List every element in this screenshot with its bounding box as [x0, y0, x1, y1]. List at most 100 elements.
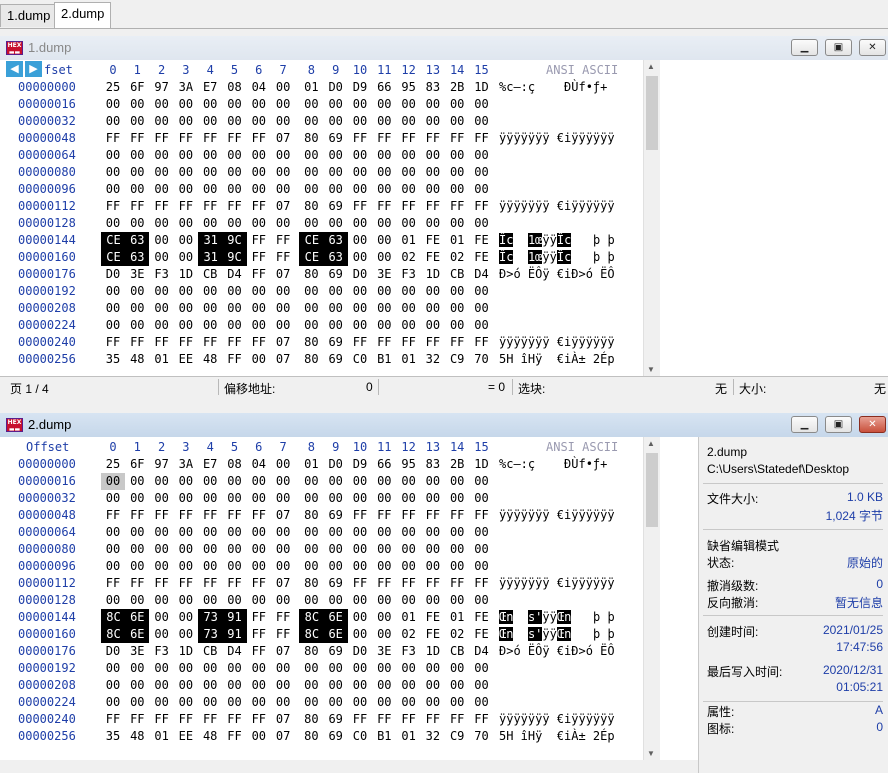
hex-byte[interactable]: 00 [348, 249, 372, 266]
hex-byte[interactable]: 00 [223, 317, 247, 334]
hex-byte[interactable]: D9 [348, 456, 372, 473]
hex-byte[interactable]: 01 [397, 232, 421, 249]
hex-byte[interactable]: 00 [223, 558, 247, 575]
hex-byte[interactable]: FF [150, 130, 174, 147]
hex-byte[interactable]: 00 [198, 215, 222, 232]
hex-byte[interactable]: 00 [324, 164, 348, 181]
hex-byte[interactable]: CE [299, 249, 325, 266]
tab-1-dump[interactable]: 1.dump [0, 4, 58, 27]
hex-byte[interactable]: 00 [125, 677, 149, 694]
hex-byte[interactable]: 00 [125, 283, 149, 300]
hex-byte[interactable]: 63 [125, 249, 150, 266]
hex-byte[interactable]: FF [150, 507, 174, 524]
hex-byte[interactable]: 48 [125, 351, 149, 368]
hex-byte[interactable]: 00 [348, 215, 372, 232]
maximize-button[interactable]: ▣ [825, 416, 852, 433]
hex-byte[interactable]: 00 [421, 300, 445, 317]
hex-byte[interactable]: 00 [470, 96, 494, 113]
hex-byte[interactable]: 00 [397, 490, 421, 507]
hex-byte[interactable]: 80 [299, 130, 323, 147]
hex-byte[interactable]: 01 [299, 456, 323, 473]
row-ascii[interactable]: Îc 1œÿÿÎc þ þ [499, 232, 615, 249]
hex-byte[interactable]: FF [247, 575, 271, 592]
hex-byte[interactable]: 00 [223, 215, 247, 232]
hex-byte[interactable]: 00 [324, 96, 348, 113]
hex-byte[interactable]: 00 [445, 473, 469, 490]
hex-byte[interactable]: CB [198, 643, 222, 660]
hex-byte[interactable]: FF [397, 334, 421, 351]
hex-row[interactable]: 00000256 35 48 01 EE 48 FF 00 07 80 69 C0 B1 01 32 C9 70… [0, 728, 640, 745]
hex-byte[interactable]: 00 [101, 113, 125, 130]
hex-byte[interactable]: 00 [150, 626, 174, 643]
hex-byte[interactable]: B1 [372, 351, 396, 368]
hex-byte[interactable]: 3E [125, 643, 149, 660]
hex-byte[interactable]: 00 [348, 609, 372, 626]
scroll-thumb[interactable] [646, 76, 658, 150]
hex-byte[interactable]: FE [470, 249, 494, 266]
hex-byte[interactable]: FF [223, 334, 247, 351]
hex-byte[interactable]: 00 [299, 283, 323, 300]
hex-byte[interactable]: 00 [372, 473, 396, 490]
hex-byte[interactable]: FF [247, 507, 271, 524]
hex-byte[interactable]: 00 [125, 490, 149, 507]
hex-byte[interactable]: 6F [125, 79, 149, 96]
hex-byte[interactable]: FF [247, 266, 271, 283]
hex-byte[interactable]: 00 [101, 490, 125, 507]
hex-byte[interactable]: FF [174, 130, 198, 147]
hex-byte[interactable]: 00 [299, 660, 323, 677]
hex-row[interactable]: 00000176 D0 3E F3 1D CB D4 FF 07 80 69 D0 3E F3 1D CB D4… [0, 266, 640, 283]
hex-byte[interactable]: FF [421, 198, 445, 215]
hex-byte[interactable]: 00 [372, 283, 396, 300]
hex-byte[interactable]: 1D [421, 266, 445, 283]
hex-byte[interactable]: 00 [324, 558, 348, 575]
hex-byte[interactable]: 70 [470, 351, 494, 368]
hex-byte[interactable]: 95 [397, 456, 421, 473]
hex-byte[interactable]: 00 [150, 300, 174, 317]
hex-byte[interactable]: FF [174, 507, 198, 524]
hex-byte[interactable]: 00 [271, 300, 295, 317]
hex-byte[interactable]: 00 [223, 96, 247, 113]
hex-byte[interactable]: 00 [271, 147, 295, 164]
hex-byte[interactable]: FF [223, 198, 247, 215]
hex-byte[interactable]: 00 [397, 283, 421, 300]
hex-byte[interactable]: 6E [323, 609, 348, 626]
hex-row[interactable]: 00000096 00 00 00 00 00 00 00 00 00 00 00 00 00 00 00 00 [0, 181, 640, 198]
hex-row[interactable]: 00000080 00 00 00 00 00 00 00 00 00 00 00 00 00 00 00 00 [0, 541, 640, 558]
minimize-button[interactable]: ▁ [791, 39, 818, 56]
hex-byte[interactable]: 00 [101, 215, 125, 232]
hex-byte[interactable]: 00 [372, 524, 396, 541]
hex-byte[interactable]: 83 [421, 456, 445, 473]
hex-byte[interactable]: FF [348, 334, 372, 351]
hex-byte[interactable]: 00 [150, 490, 174, 507]
hex-row[interactable]: 00000016 00 00 00 00 00 00 00 00 00 00 00 00 00 00 00 00 [0, 473, 640, 490]
hex-byte[interactable]: 00 [150, 694, 174, 711]
hex-byte[interactable]: 00 [174, 300, 198, 317]
hex-row[interactable]: 00000240 FF FF FF FF FF FF FF 07 80 69 FF FF FF FF FF FF… [0, 711, 640, 728]
hex-byte[interactable]: 00 [150, 317, 174, 334]
hex-byte[interactable]: D4 [223, 643, 247, 660]
hex-byte[interactable]: 00 [397, 677, 421, 694]
hex-byte[interactable]: 00 [299, 300, 323, 317]
hex-byte[interactable]: 3A [174, 456, 198, 473]
hex-byte[interactable]: 83 [421, 79, 445, 96]
hex-byte[interactable]: F3 [150, 266, 174, 283]
hex-byte[interactable]: 6E [125, 626, 150, 643]
hex-byte[interactable]: FF [247, 609, 271, 626]
hex-byte[interactable]: 00 [348, 660, 372, 677]
hex-byte[interactable]: 00 [348, 490, 372, 507]
hex-byte[interactable]: 73 [198, 626, 224, 643]
hex-byte[interactable]: 00 [247, 660, 271, 677]
hex-byte[interactable]: 00 [324, 317, 348, 334]
hex-byte[interactable]: 00 [223, 113, 247, 130]
hex-byte[interactable]: FE [421, 232, 445, 249]
hex-byte[interactable]: 00 [125, 147, 149, 164]
hex-byte[interactable]: 00 [421, 524, 445, 541]
hex-byte[interactable]: 63 [323, 232, 348, 249]
hex-byte[interactable]: 02 [445, 626, 469, 643]
hex-byte[interactable]: 00 [470, 473, 494, 490]
hex-byte[interactable]: 00 [470, 181, 494, 198]
hex-byte[interactable]: FF [470, 711, 494, 728]
hex-byte[interactable]: FE [470, 609, 494, 626]
hex-byte[interactable]: 2B [445, 79, 469, 96]
hex-byte[interactable]: 00 [125, 96, 149, 113]
